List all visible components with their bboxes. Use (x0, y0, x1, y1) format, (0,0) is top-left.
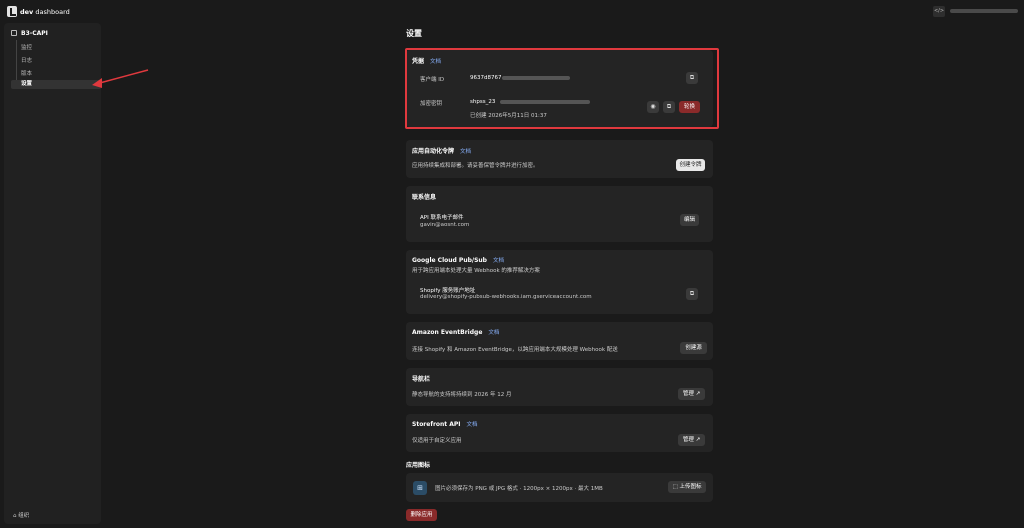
app-icon-preview: ⊞ (413, 481, 427, 495)
navbar-card: 导航栏 静态导航的支持将持续到 2026 年 12 月 管理 ↗ (406, 368, 713, 406)
app-icon-heading: 应用图标 (406, 462, 431, 469)
navbar-title: 导航栏 (412, 376, 431, 383)
account-menu[interactable] (950, 9, 1018, 13)
manage-button[interactable]: 管理 ↗ (678, 388, 705, 400)
storefront-title: Storefront API 文档 (412, 421, 478, 428)
upload-icon-button[interactable]: ⬚ 上传图标 (668, 481, 706, 493)
pubsub-card: Google Cloud Pub/Sub 文档 用于跨应用端本处理大量 Webho… (406, 250, 713, 314)
contact-card: 联系信息 API 联系电子邮件 gavin@aosnt.com 编辑 (406, 186, 713, 242)
contact-email: gavin@aosnt.com (420, 222, 470, 228)
auto-token-title: 应用自动化令牌 文档 (412, 148, 472, 155)
auto-token-desc: 应用持续集成和部署。请妥善保管令牌并进行加密。 (412, 163, 539, 169)
pubsub-desc: 用于跨应用端本处理大量 Webhook 的推荐解决方案 (412, 268, 540, 274)
app-icon-card: ⊞ 图片必须保存为 PNG 或 JPG 格式 · 1200px × 1200px… (406, 473, 713, 502)
navbar-desc: 静态导航的支持将持续到 2026 年 12 月 (412, 392, 512, 398)
page-title: 设置 (406, 29, 422, 38)
eventbridge-card: Amazon EventBridge 文档 连接 Shopify 和 Amazon… (406, 322, 713, 360)
eventbridge-title: Amazon EventBridge 文档 (412, 329, 500, 336)
contact-label: API 联系电子邮件 (420, 215, 464, 221)
storefront-desc: 仅适用于自定义应用 (412, 438, 462, 444)
storefront-card: Storefront API 文档 仅适用于自定义应用 管理 ↗ (406, 414, 713, 452)
delete-app-button[interactable]: 删除应用 (406, 509, 437, 521)
app-icon-desc: 图片必须保存为 PNG 或 JPG 格式 · 1200px × 1200px ·… (435, 486, 603, 492)
pubsub-doc-link[interactable]: 文档 (493, 258, 504, 264)
eventbridge-doc-link[interactable]: 文档 (488, 330, 499, 336)
create-source-button[interactable]: 创建源 (680, 342, 707, 354)
create-token-button[interactable]: 创建令牌 (676, 159, 705, 171)
auto-token-doc-link[interactable]: 文档 (460, 149, 471, 155)
eventbridge-desc: 连接 Shopify 和 Amazon EventBridge，以跨应用端本大规… (412, 347, 618, 353)
copy-icon[interactable]: ⧉ (686, 288, 698, 300)
pubsub-value: delivery@shopify-pubsub-webhooks.iam.gse… (420, 294, 592, 300)
edit-button[interactable]: 编辑 (680, 214, 699, 226)
pubsub-title: Google Cloud Pub/Sub 文档 (412, 257, 504, 264)
pubsub-label: Shopify 服务账户地址 (420, 288, 476, 294)
auto-token-card: 应用自动化令牌 文档 应用持续集成和部署。请妥善保管令牌并进行加密。 创建令牌 (406, 140, 713, 178)
manage-button[interactable]: 管理 ↗ (678, 434, 705, 446)
contact-title: 联系信息 (412, 194, 437, 201)
storefront-doc-link[interactable]: 文档 (467, 422, 478, 428)
sidebar-org[interactable]: ⌂ 组织 (13, 511, 29, 519)
annotation-arrow (92, 69, 149, 88)
code-icon[interactable]: </> (933, 6, 945, 17)
highlight-box (405, 48, 719, 129)
